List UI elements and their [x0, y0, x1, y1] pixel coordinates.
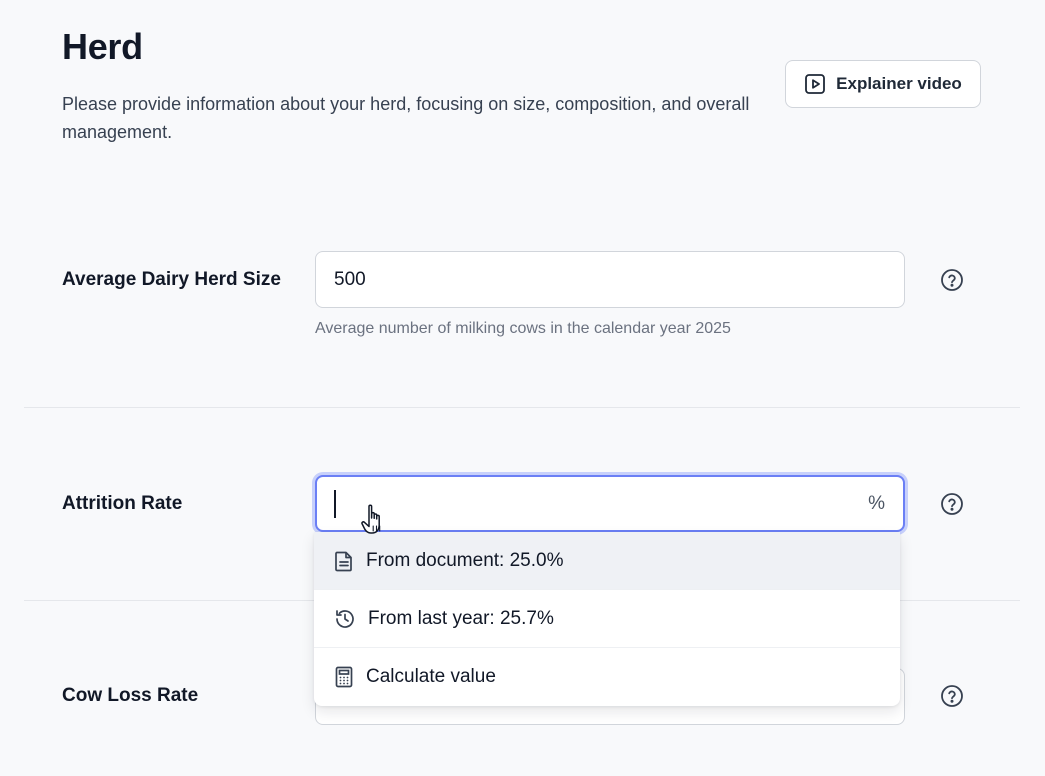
history-icon [336, 609, 354, 628]
suggestion-dropdown: From document: 25.0% From last year: 25.… [314, 532, 900, 706]
cow-loss-rate-label: Cow Loss Rate [62, 685, 199, 706]
attrition-rate-input[interactable]: % [315, 475, 905, 532]
help-icon[interactable] [940, 268, 964, 292]
text-caret [334, 489, 336, 518]
percent-suffix: % [868, 492, 885, 514]
option-calculate-value[interactable]: Calculate value [314, 648, 900, 706]
calculator-icon [335, 666, 353, 688]
option-label: Calculate value [366, 666, 496, 687]
option-from-last-year[interactable]: From last year: 25.7% [314, 590, 900, 648]
section-divider [24, 407, 1020, 408]
attrition-rate-label: Attrition Rate [62, 493, 183, 514]
herd-size-value: 500 [334, 268, 366, 290]
explainer-video-label: Explainer video [836, 74, 962, 93]
explainer-video-button[interactable]: Explainer video [785, 60, 981, 108]
herd-size-input[interactable]: 500 [315, 251, 905, 308]
page-description: Please provide information about your he… [62, 94, 750, 142]
help-icon[interactable] [940, 684, 964, 708]
hand-cursor-icon [361, 504, 381, 534]
herd-size-label: Average Dairy Herd Size [62, 269, 281, 290]
help-icon[interactable] [940, 492, 964, 516]
page-title: Herd [62, 26, 143, 67]
play-video-icon [805, 74, 826, 94]
document-icon [335, 551, 352, 571]
option-label: From last year: 25.7% [368, 607, 554, 629]
option-label: From document: 25.0% [366, 549, 564, 571]
herd-size-help-text: Average number of milking cows in the ca… [315, 320, 731, 337]
option-from-document[interactable]: From document: 25.0% [314, 532, 900, 590]
